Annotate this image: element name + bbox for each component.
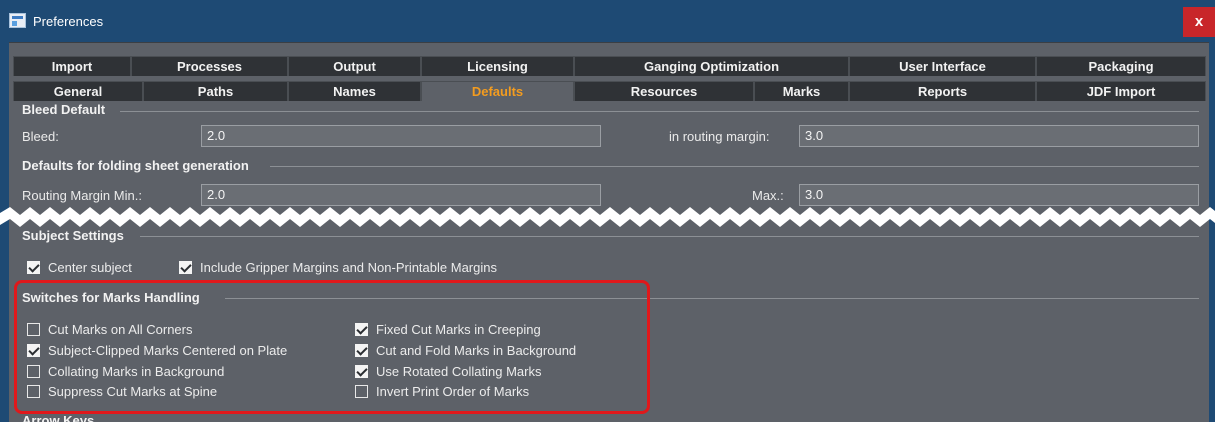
routing-margin-label: in routing margin: bbox=[669, 129, 770, 144]
preferences-app-icon bbox=[9, 13, 26, 28]
bleed-default-title: Bleed Default bbox=[22, 102, 112, 117]
tab-import[interactable]: Import bbox=[13, 56, 131, 76]
tab-reports[interactable]: Reports bbox=[849, 81, 1036, 101]
close-button[interactable]: x bbox=[1183, 7, 1215, 37]
include-gripper-margins-checkbox[interactable] bbox=[179, 261, 192, 274]
title-bar[interactable]: Preferences x bbox=[0, 0, 1215, 42]
tab-marks[interactable]: Marks bbox=[754, 81, 849, 101]
tab-names[interactable]: Names bbox=[288, 81, 421, 101]
include-gripper-margins-label: Include Gripper Margins and Non-Printabl… bbox=[200, 260, 497, 275]
routing-margin-max-label: Max.: bbox=[752, 188, 784, 203]
tab-paths[interactable]: Paths bbox=[143, 81, 288, 101]
tab-licensing[interactable]: Licensing bbox=[421, 56, 574, 76]
tab-jdf-import[interactable]: JDF Import bbox=[1036, 81, 1206, 101]
window-title: Preferences bbox=[33, 14, 104, 29]
folding-defaults-title: Defaults for folding sheet generation bbox=[22, 158, 255, 173]
tab-row-2: General Paths Names Defaults Resources M… bbox=[13, 81, 1206, 101]
torn-edge-separator bbox=[0, 207, 1215, 227]
tab-general[interactable]: General bbox=[13, 81, 143, 101]
tab-output[interactable]: Output bbox=[288, 56, 421, 76]
tab-defaults[interactable]: Defaults bbox=[421, 81, 574, 101]
center-subject-label: Center subject bbox=[48, 260, 132, 275]
routing-margin-field[interactable]: 3.0 bbox=[799, 125, 1199, 147]
tab-user-interface[interactable]: User Interface bbox=[849, 56, 1036, 76]
arrow-keys-title: Arrow Keys bbox=[22, 414, 101, 422]
subject-settings-title: Subject Settings bbox=[22, 228, 130, 243]
routing-margin-min-label: Routing Margin Min.: bbox=[22, 188, 142, 203]
tab-processes[interactable]: Processes bbox=[131, 56, 288, 76]
include-gripper-margins-option[interactable]: Include Gripper Margins and Non-Printabl… bbox=[179, 260, 497, 275]
subject-settings-divider bbox=[140, 236, 1199, 237]
tab-resources[interactable]: Resources bbox=[574, 81, 754, 101]
bleed-default-divider bbox=[120, 111, 1199, 112]
folding-defaults-divider bbox=[270, 166, 1199, 167]
tab-packaging[interactable]: Packaging bbox=[1036, 56, 1206, 76]
preferences-window: Preferences x Import Processes Output Li… bbox=[0, 0, 1215, 422]
tab-row-1: Import Processes Output Licensing Gangin… bbox=[13, 56, 1206, 76]
bleed-label: Bleed: bbox=[22, 129, 59, 144]
tab-ganging-optimization[interactable]: Ganging Optimization bbox=[574, 56, 849, 76]
marks-handling-highlight bbox=[14, 280, 650, 414]
bleed-field[interactable]: 2.0 bbox=[201, 125, 601, 147]
center-subject-checkbox[interactable] bbox=[27, 261, 40, 274]
center-subject-option[interactable]: Center subject bbox=[27, 260, 132, 275]
